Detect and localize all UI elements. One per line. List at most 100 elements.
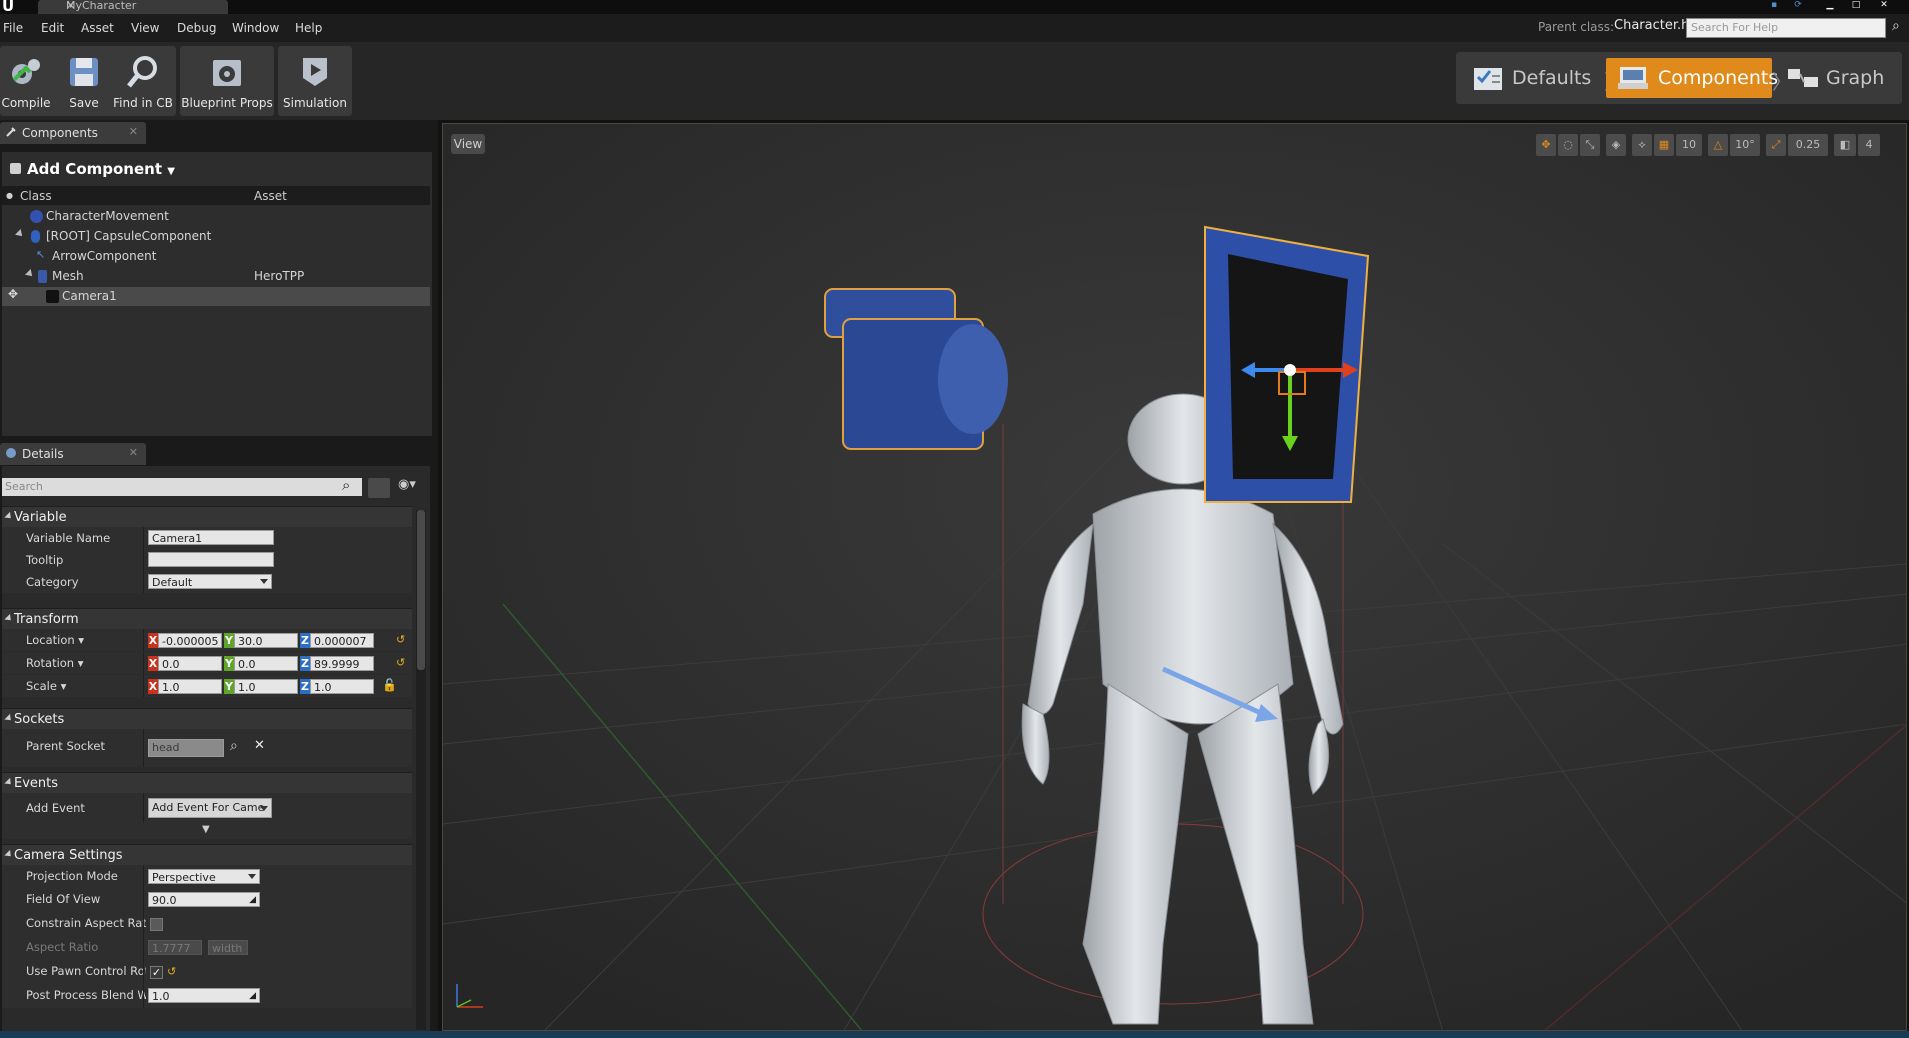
- component-row-mesh[interactable]: Mesh HeroTPP: [2, 267, 430, 286]
- expand-arrow-icon[interactable]: [15, 229, 25, 239]
- category-transform[interactable]: Transform: [2, 608, 412, 629]
- chat-icon[interactable]: ▪: [1766, 0, 1782, 10]
- help-search-input[interactable]: Search For Help: [1686, 18, 1886, 38]
- viewport-scene[interactable]: [443, 124, 1907, 1031]
- scale-x-field[interactable]: 1.0: [158, 679, 222, 694]
- variable-name-field[interactable]: Camera1: [148, 530, 274, 545]
- chevron-down-icon[interactable]: ▼: [202, 824, 210, 835]
- use-pawn-checkbox[interactable]: ✓: [150, 966, 163, 979]
- category-camera-settings[interactable]: Camera Settings: [2, 844, 412, 865]
- find-in-cb-button[interactable]: Find in CB: [112, 46, 174, 116]
- fov-field[interactable]: 90.0 ◢: [148, 892, 260, 907]
- close-icon[interactable]: ✕: [129, 446, 138, 459]
- details-tab[interactable]: Details ✕: [0, 443, 146, 465]
- parent-socket-field[interactable]: head: [148, 739, 224, 757]
- column-class[interactable]: Class: [20, 189, 52, 203]
- rotation-label[interactable]: Rotation ▾: [26, 656, 146, 670]
- surface-snap-icon[interactable]: ⟡: [1632, 134, 1652, 156]
- grid-snap-value[interactable]: 10: [1676, 134, 1702, 156]
- sync-icon[interactable]: ⟳: [1790, 0, 1806, 10]
- eye-visibility-icon[interactable]: ◉▾: [398, 477, 416, 492]
- expand-row[interactable]: ▼: [2, 823, 412, 839]
- details-search-input[interactable]: Search: [2, 478, 362, 496]
- category-dropdown[interactable]: Default: [148, 574, 272, 589]
- lock-icon[interactable]: 🔓: [382, 678, 397, 692]
- document-tab[interactable]: MyCharacter ✕: [38, 0, 228, 14]
- constrain-aspect-label: Constrain Aspect Ratio: [26, 916, 146, 930]
- menu-asset[interactable]: Asset: [81, 21, 114, 35]
- reset-icon[interactable]: ↺: [167, 965, 176, 978]
- category-sockets[interactable]: Sockets: [2, 708, 412, 729]
- mode-components[interactable]: Components: [1606, 58, 1778, 98]
- world-space-icon[interactable]: ◈: [1606, 134, 1626, 156]
- component-row-arrow[interactable]: ↖ ArrowComponent: [2, 247, 430, 266]
- location-label[interactable]: Location ▾: [26, 633, 146, 647]
- tooltip-field[interactable]: [148, 552, 274, 567]
- column-asset[interactable]: Asset: [254, 189, 287, 203]
- menu-help[interactable]: Help: [295, 21, 322, 35]
- components-tab[interactable]: Components ✕: [0, 122, 146, 144]
- expand-arrow-icon[interactable]: [25, 269, 35, 279]
- menu-view[interactable]: View: [131, 21, 159, 35]
- close-icon[interactable]: ✕: [129, 125, 138, 138]
- scale-mode-icon[interactable]: ⤡: [1580, 134, 1600, 156]
- viewport[interactable]: View ✥ ◌ ⤡ ◈ ⟡ ▦ 10 △ 10° ⤢ 0.25 ◧ 4: [442, 123, 1907, 1031]
- search-icon[interactable]: ⌕: [230, 738, 238, 754]
- collapse-arrow-icon: [4, 511, 14, 522]
- clear-icon[interactable]: ✕: [254, 738, 265, 753]
- menu-file[interactable]: File: [3, 21, 23, 35]
- parent-class-value[interactable]: Character.h: [1614, 18, 1689, 33]
- compile-button[interactable]: Compile: [0, 46, 52, 116]
- location-y-field[interactable]: 30.0: [234, 633, 298, 648]
- save-button[interactable]: Save: [58, 46, 110, 116]
- translate-mode-icon[interactable]: ✥: [1536, 134, 1556, 156]
- view-options-button[interactable]: View: [451, 134, 485, 154]
- minimize-icon[interactable]: ▁: [1822, 0, 1838, 10]
- category-variable[interactable]: Variable: [2, 506, 412, 527]
- rotation-z-field[interactable]: 89.9999: [310, 656, 374, 671]
- scrollbar-thumb[interactable]: [417, 510, 425, 670]
- grid-view-icon[interactable]: [368, 478, 390, 498]
- scale-y-field[interactable]: 1.0: [234, 679, 298, 694]
- category-events[interactable]: Events: [2, 772, 412, 793]
- component-row-charactermovement[interactable]: CharacterMovement: [2, 207, 430, 226]
- location-z-field[interactable]: 0.000007: [310, 633, 374, 648]
- scale-z-field[interactable]: 1.0: [310, 679, 374, 694]
- divider: [143, 729, 144, 767]
- details-scrollbar[interactable]: [416, 510, 426, 1030]
- mode-graph[interactable]: Graph: [1776, 58, 1898, 98]
- search-icon[interactable]: ⌕: [342, 476, 350, 494]
- rotation-snap-value[interactable]: 10°: [1730, 134, 1760, 156]
- projection-mode-dropdown[interactable]: Perspective: [148, 869, 260, 884]
- add-event-dropdown[interactable]: Add Event For Came: [148, 798, 272, 818]
- blueprint-props-button[interactable]: Blueprint Props: [180, 46, 274, 116]
- rotation-x-field[interactable]: 0.0: [158, 656, 222, 671]
- menu-edit[interactable]: Edit: [41, 21, 64, 35]
- close-window-icon[interactable]: ✕: [1876, 0, 1892, 10]
- rotate-mode-icon[interactable]: ◌: [1558, 134, 1578, 156]
- component-row-camera1[interactable]: ✥ Camera1: [2, 287, 430, 306]
- maximize-icon[interactable]: □: [1848, 0, 1864, 10]
- rotation-snap-icon[interactable]: △: [1708, 134, 1728, 156]
- reset-icon[interactable]: ↺: [396, 656, 405, 669]
- menu-window[interactable]: Window: [232, 21, 279, 35]
- checklist-icon: [1474, 68, 1502, 90]
- location-x-field[interactable]: -0.000005: [158, 633, 222, 648]
- reset-icon[interactable]: ↺: [396, 633, 405, 646]
- camera-speed-value[interactable]: 4: [1858, 134, 1880, 156]
- rotation-y-field[interactable]: 0.0: [234, 656, 298, 671]
- component-row-capsule[interactable]: [ROOT] CapsuleComponent: [2, 227, 430, 246]
- scale-snap-value[interactable]: 0.25: [1788, 134, 1828, 156]
- camera-speed-icon[interactable]: ◧: [1834, 134, 1856, 156]
- scale-label[interactable]: Scale ▾: [26, 679, 146, 693]
- mode-defaults[interactable]: Defaults: [1462, 58, 1602, 98]
- blend-weight-field[interactable]: 1.0 ◢: [148, 988, 260, 1003]
- scale-snap-icon[interactable]: ⤢: [1766, 134, 1786, 156]
- close-tab-icon[interactable]: ✕: [66, 0, 75, 12]
- add-component-button[interactable]: Add Component ▼: [10, 160, 175, 178]
- constrain-aspect-checkbox[interactable]: [150, 918, 163, 931]
- grid-snap-icon[interactable]: ▦: [1654, 134, 1674, 156]
- search-icon[interactable]: ⌕: [1892, 18, 1900, 34]
- menu-debug[interactable]: Debug: [177, 21, 216, 35]
- simulation-button[interactable]: Simulation: [278, 46, 352, 116]
